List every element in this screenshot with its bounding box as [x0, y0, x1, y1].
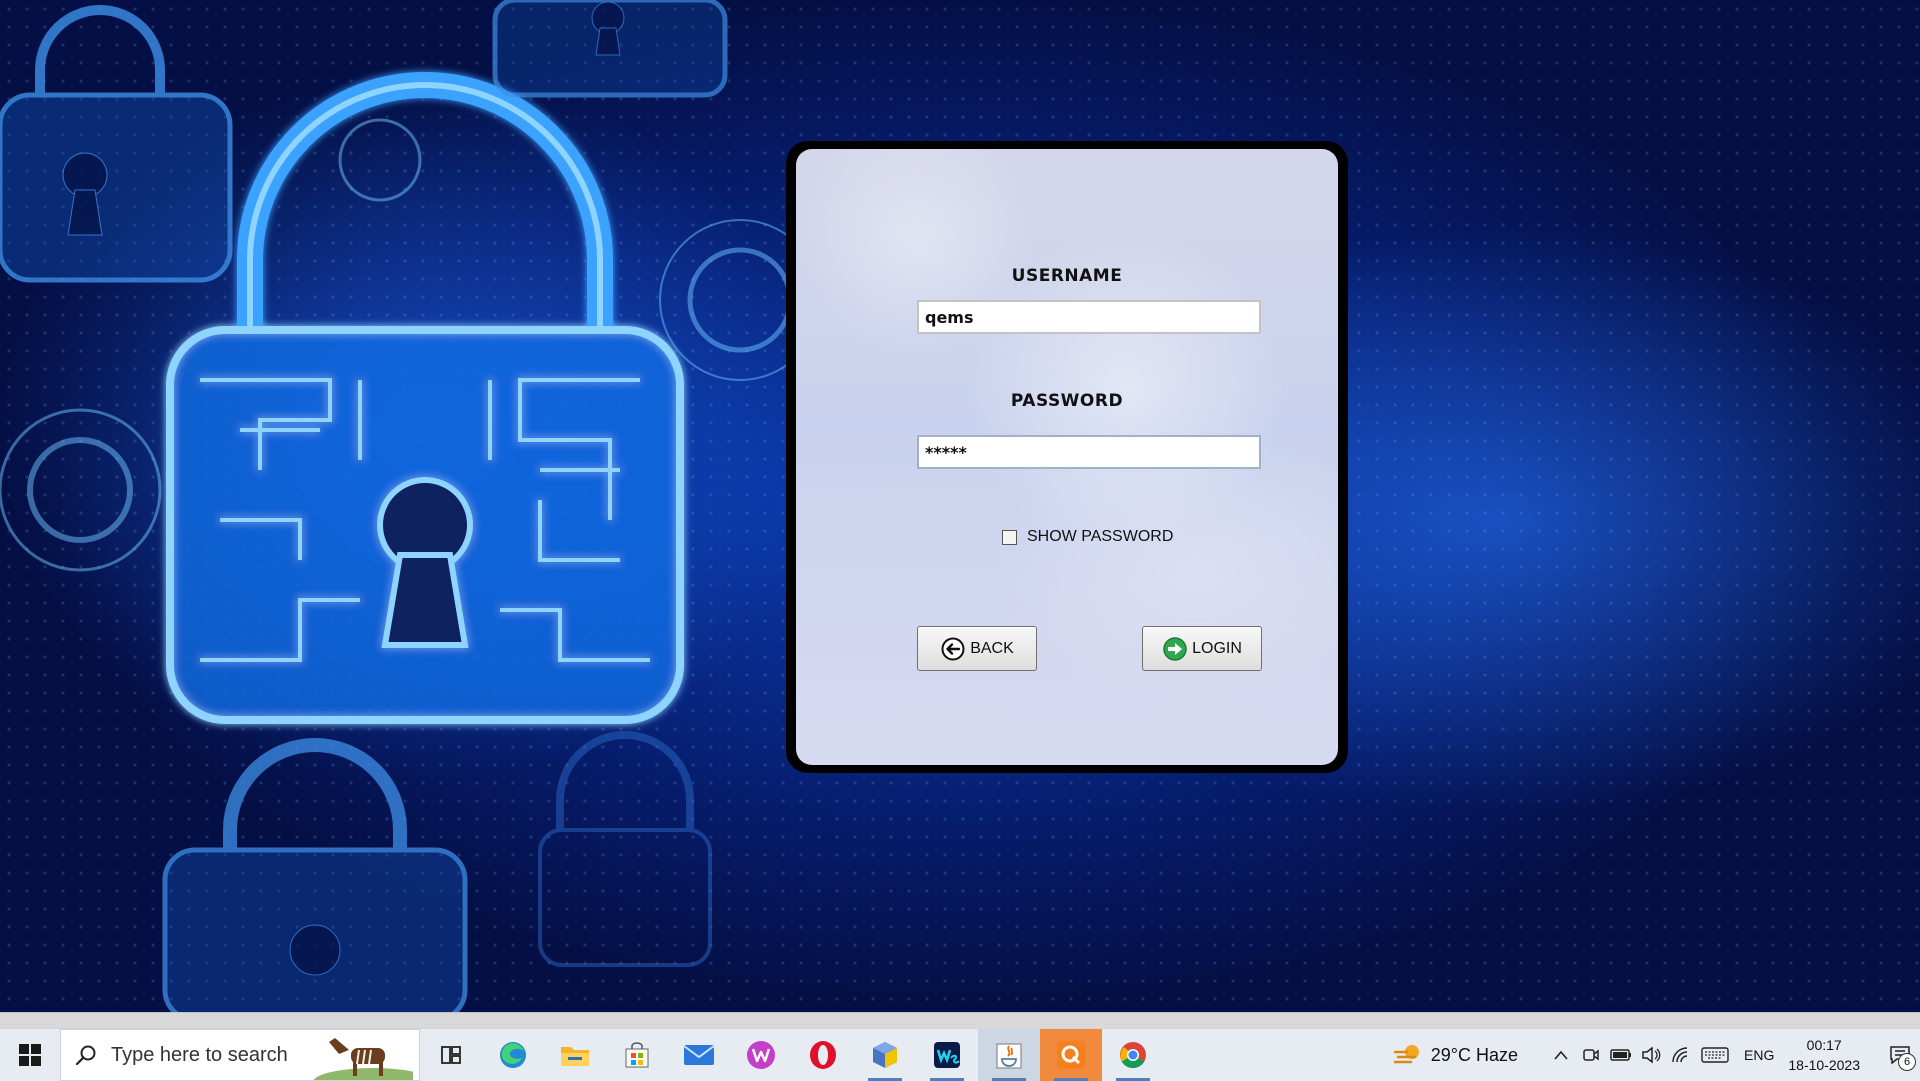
opera-icon — [810, 1041, 836, 1069]
back-button-label: BACK — [970, 639, 1014, 657]
keyboard-icon — [1701, 1047, 1729, 1063]
system-tray: 29°C Haze ENG 00:17 18-10-2023 6 — [1393, 1029, 1920, 1081]
login-button[interactable]: LOGIN — [1142, 626, 1262, 671]
edge-icon — [500, 1042, 526, 1068]
show-password-option[interactable]: SHOW PASSWORD — [1002, 527, 1173, 547]
clock-date: 18-10-2023 — [1788, 1057, 1860, 1073]
wifi-icon — [1672, 1047, 1688, 1063]
battery-icon — [1610, 1049, 1632, 1061]
webstorm-icon — [934, 1042, 960, 1068]
microsoft-store-icon — [625, 1042, 649, 1068]
taskbar-store[interactable] — [606, 1029, 668, 1081]
qutebrowser-icon — [1057, 1041, 1085, 1069]
search-highlight-okapi-icon — [313, 1038, 413, 1080]
chevron-up-icon — [1554, 1050, 1568, 1060]
taskbar-wps[interactable] — [730, 1029, 792, 1081]
wps-office-icon — [747, 1041, 775, 1069]
tray-keyboard[interactable] — [1700, 1044, 1730, 1066]
chrome-icon — [1120, 1042, 1146, 1069]
speaker-icon — [1642, 1046, 1661, 1064]
clock-time: 00:17 — [1806, 1037, 1842, 1053]
back-button[interactable]: BACK — [917, 626, 1037, 671]
task-view-icon — [441, 1046, 461, 1064]
small-lock-icon — [538, 731, 712, 967]
mail-icon — [683, 1045, 715, 1065]
show-hidden-icons-button[interactable] — [1550, 1044, 1572, 1066]
clock[interactable]: 00:17 18-10-2023 — [1788, 1035, 1860, 1075]
taskbar-search-box[interactable]: Type here to search — [60, 1029, 420, 1081]
taskbar-java[interactable] — [978, 1029, 1040, 1081]
taskbar-webstorm[interactable] — [916, 1029, 978, 1081]
taskbar-qutebrowser[interactable] — [1040, 1029, 1102, 1081]
window-bottom-edge — [0, 1012, 1920, 1029]
virtualbox-icon — [873, 1042, 897, 1068]
search-icon — [75, 1045, 96, 1066]
haze-weather-icon — [1393, 1045, 1419, 1064]
search-placeholder: Type here to search — [111, 1043, 288, 1066]
start-button[interactable] — [0, 1029, 60, 1081]
username-label: USERNAME — [1011, 266, 1123, 286]
taskbar: Type here to search 29°C Haze ENG 00:17 … — [0, 1028, 1920, 1081]
login-panel: USERNAME PASSWORD SHOW PASSWORD BACK LOG… — [796, 149, 1338, 765]
notification-count-badge: 6 — [1898, 1053, 1916, 1071]
taskbar-mail[interactable] — [668, 1029, 730, 1081]
notification-center-button[interactable]: 6 — [1880, 1029, 1920, 1081]
taskbar-task-view[interactable] — [420, 1029, 482, 1081]
login-dialog: USERNAME PASSWORD SHOW PASSWORD BACK LOG… — [786, 141, 1348, 773]
login-button-label: LOGIN — [1192, 639, 1242, 657]
password-input[interactable] — [917, 435, 1261, 469]
camera-icon — [1583, 1049, 1599, 1061]
small-lock-icon — [0, 5, 233, 283]
login-arrow-icon — [1163, 636, 1187, 661]
tray-volume[interactable] — [1640, 1044, 1662, 1066]
windows-logo-icon — [19, 1044, 41, 1066]
tray-wifi[interactable] — [1670, 1044, 1692, 1066]
input-language[interactable]: ENG — [1744, 1047, 1774, 1063]
taskbar-opera[interactable] — [792, 1029, 854, 1081]
small-lock-icon — [162, 738, 468, 1012]
taskbar-edge[interactable] — [482, 1029, 544, 1081]
tray-battery[interactable] — [1610, 1044, 1632, 1066]
file-explorer-icon — [561, 1047, 589, 1066]
taskbar-virtualbox[interactable] — [854, 1029, 916, 1081]
small-lock-icon — [492, 0, 728, 98]
show-password-checkbox[interactable] — [1002, 529, 1017, 545]
big-lock-icon — [166, 72, 684, 724]
java-icon — [996, 1043, 1022, 1069]
username-input[interactable] — [917, 300, 1261, 334]
password-label: PASSWORD — [1010, 391, 1124, 411]
tray-meet-now[interactable] — [1580, 1044, 1602, 1066]
weather-widget[interactable]: 29°C Haze — [1393, 1042, 1518, 1068]
taskbar-file-explorer[interactable] — [544, 1029, 606, 1081]
show-password-label: SHOW PASSWORD — [1027, 528, 1174, 545]
back-arrow-icon — [941, 637, 965, 660]
taskbar-chrome[interactable] — [1102, 1029, 1164, 1081]
weather-text: 29°C Haze — [1430, 1044, 1519, 1065]
